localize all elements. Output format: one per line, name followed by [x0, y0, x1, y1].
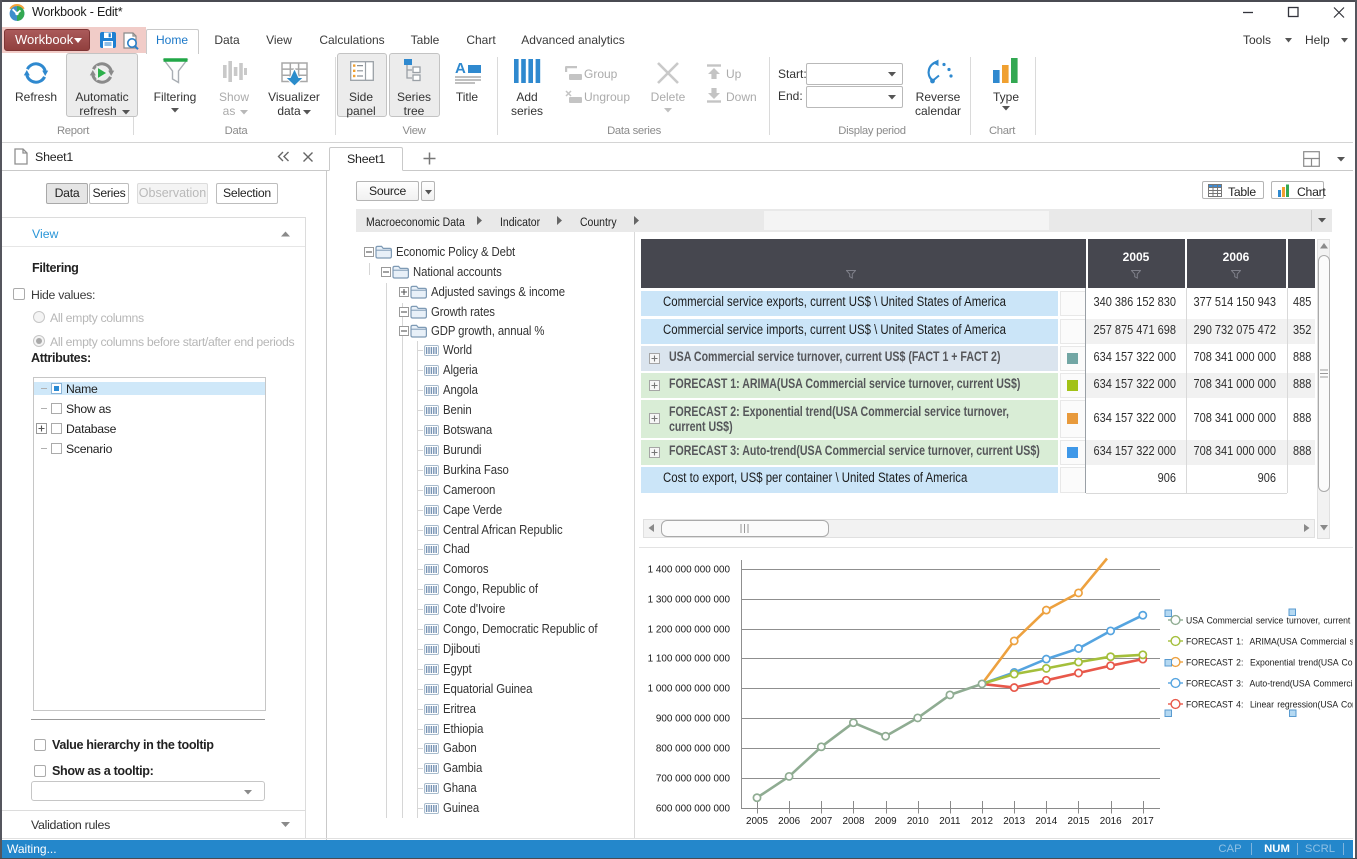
svg-text:900 000 000 000: 900 000 000 000	[656, 714, 731, 725]
svg-text:FORECAST 2: Exponential trend: FORECAST 2: Exponential trend(USA Commer…	[1186, 657, 1353, 668]
svg-text:2017: 2017	[1132, 816, 1154, 827]
svg-text:1 100 000 000 000: 1 100 000 000 000	[648, 654, 731, 665]
svg-text:2016: 2016	[1100, 816, 1122, 827]
svg-text:2005: 2005	[746, 816, 768, 827]
svg-text:2010: 2010	[907, 816, 929, 827]
svg-text:1 300 000 000 000: 1 300 000 000 000	[648, 595, 731, 606]
svg-text:800 000 000 000: 800 000 000 000	[656, 744, 731, 755]
svg-text:2012: 2012	[971, 816, 993, 827]
svg-text:FORECAST 1: ARIMA(USA Commerc: FORECAST 1: ARIMA(USA Commercial service…	[1186, 636, 1353, 647]
svg-text:2011: 2011	[939, 816, 961, 827]
svg-text:FORECAST 4: Linear regression: FORECAST 4: Linear regression(USA Commer…	[1186, 699, 1353, 710]
svg-text:1 200 000 000 000: 1 200 000 000 000	[648, 625, 731, 636]
svg-text:A: A	[455, 60, 466, 77]
svg-text:700 000 000 000: 700 000 000 000	[656, 774, 731, 785]
svg-text:600 000 000 000: 600 000 000 000	[656, 804, 731, 815]
svg-text:1 000 000 000 000: 1 000 000 000 000	[648, 684, 731, 695]
svg-text:2014: 2014	[1035, 816, 1057, 827]
svg-text:FORECAST 3: Auto-trend(USA Co: FORECAST 3: Auto-trend(USA Commercial se…	[1186, 678, 1353, 689]
svg-text:2013: 2013	[1003, 816, 1025, 827]
svg-text:2015: 2015	[1068, 816, 1090, 827]
svg-text:2006: 2006	[778, 816, 800, 827]
svg-text:1 400 000 000 000: 1 400 000 000 000	[648, 565, 731, 576]
svg-text:USA Commercial service turnove: USA Commercial service turnover, current…	[1186, 615, 1353, 626]
svg-text:2009: 2009	[875, 816, 897, 827]
svg-text:2008: 2008	[843, 816, 865, 827]
svg-text:2007: 2007	[810, 816, 832, 827]
